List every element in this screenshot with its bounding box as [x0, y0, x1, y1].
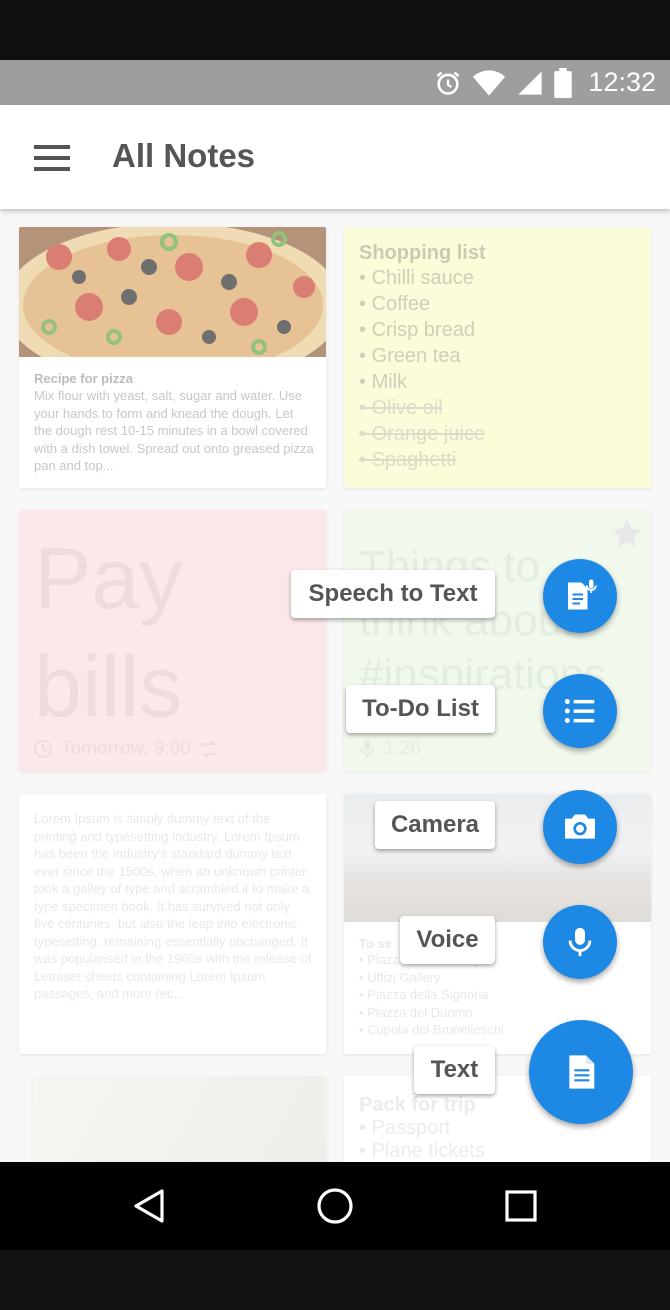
home-button[interactable] [313, 1184, 357, 1228]
speech-to-text-label[interactable]: Speech to Text [291, 570, 495, 618]
top-band [0, 0, 670, 60]
status-bar: 12:32 [0, 60, 670, 105]
battery-icon [554, 67, 573, 98]
voice-label[interactable]: Voice [400, 916, 495, 964]
home-icon [317, 1188, 353, 1224]
status-time: 12:32 [588, 67, 656, 97]
back-icon [134, 1189, 164, 1223]
todo-list-button[interactable] [543, 674, 617, 748]
speech-to-text-icon [568, 579, 597, 610]
mic-icon [568, 927, 592, 957]
recents-button[interactable] [499, 1184, 543, 1228]
status-icons: 12:32 [434, 60, 656, 105]
todo-list-label[interactable]: To-Do List [346, 685, 495, 733]
bottom-band [0, 1250, 670, 1310]
menu-icon[interactable] [34, 145, 70, 171]
back-button[interactable] [127, 1184, 171, 1228]
page-title: All Notes [112, 137, 256, 174]
speech-to-text-button[interactable] [543, 559, 617, 633]
camera-button[interactable] [543, 790, 617, 864]
list-icon [564, 698, 595, 724]
document-icon [569, 1055, 595, 1089]
new-text-note-button[interactable] [529, 1020, 633, 1124]
navigation-bar [0, 1162, 670, 1250]
camera-label[interactable]: Camera [375, 801, 495, 849]
voice-button[interactable] [543, 905, 617, 979]
camera-icon [565, 814, 595, 839]
recents-icon [505, 1190, 537, 1222]
alarm-icon [437, 71, 460, 95]
app-bar: All Notes [0, 105, 670, 209]
wifi-icon [473, 69, 506, 96]
signal-icon [518, 70, 543, 95]
text-label[interactable]: Text [414, 1046, 495, 1094]
